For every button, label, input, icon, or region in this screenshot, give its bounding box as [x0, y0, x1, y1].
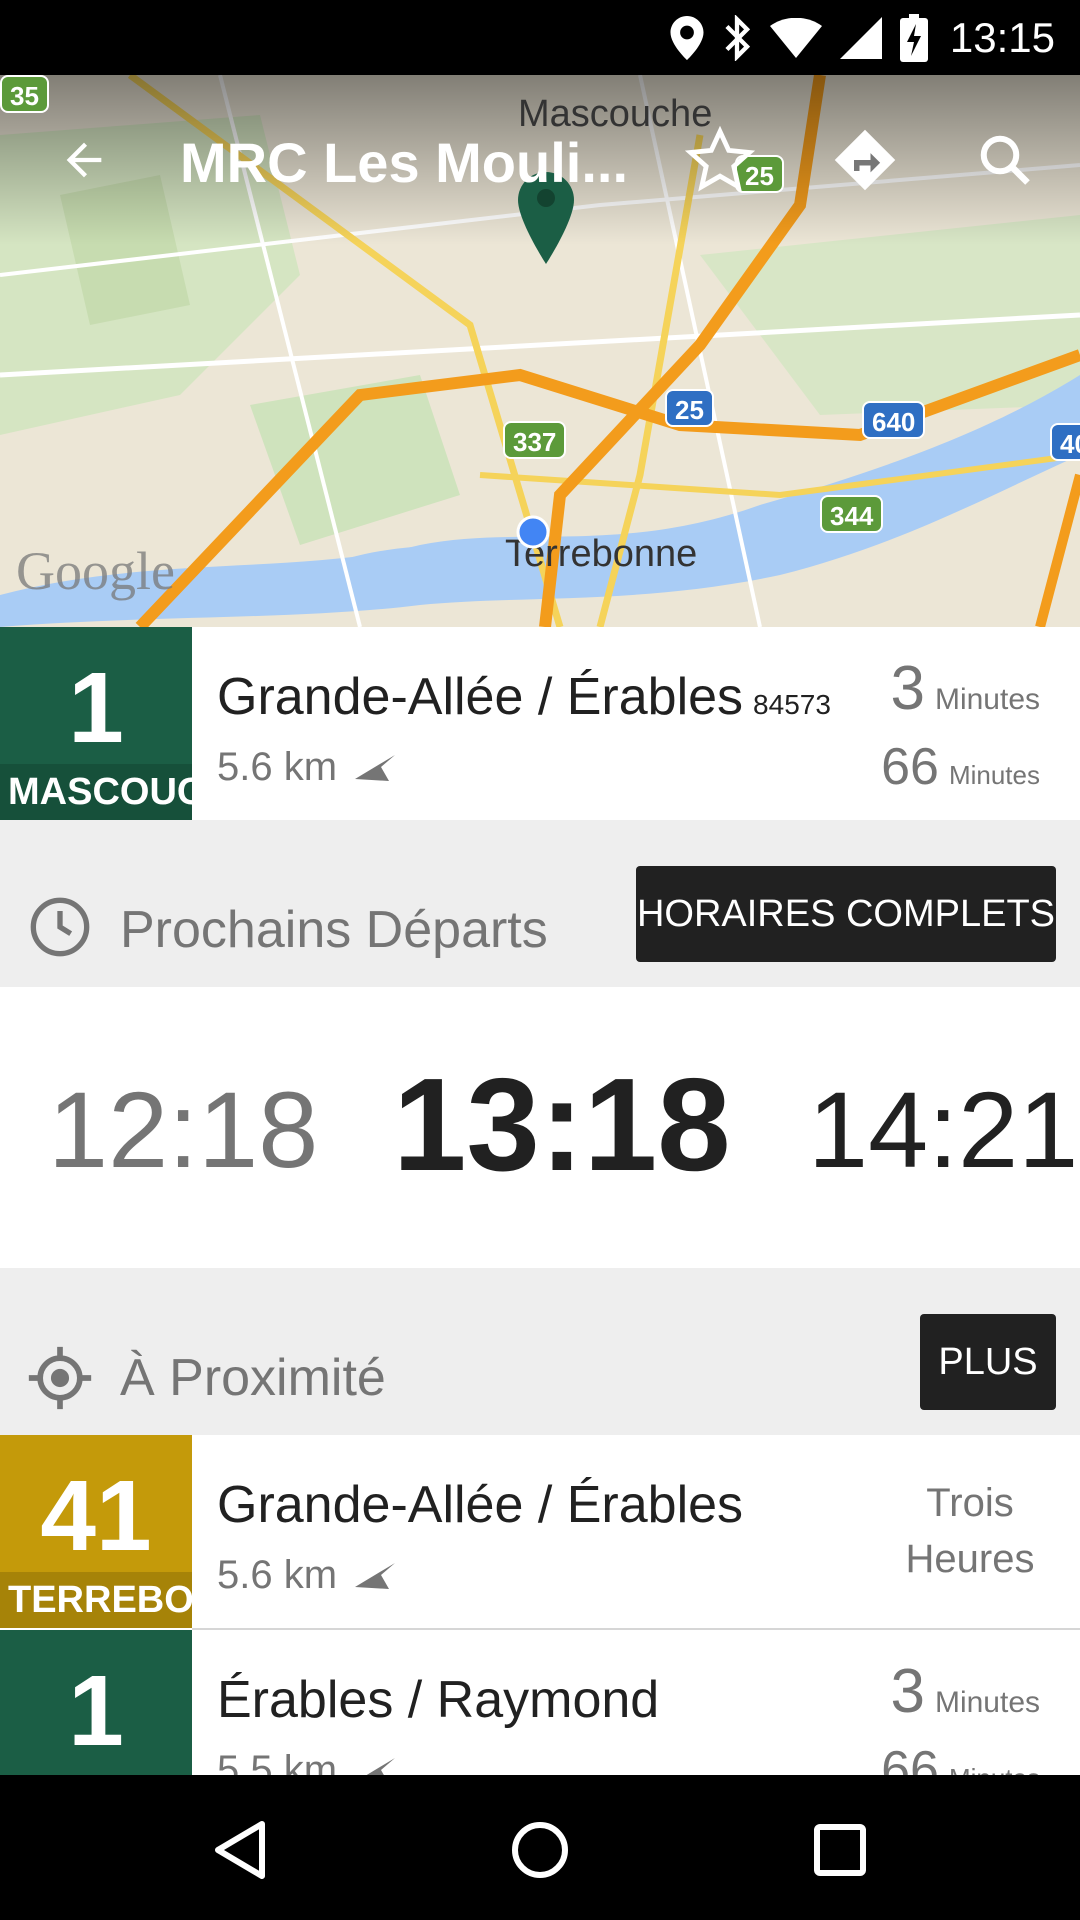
arrow-back-icon	[66, 142, 102, 178]
route-direction: TERREBO..	[0, 1572, 192, 1628]
location-icon	[670, 16, 704, 60]
selected-stop-row[interactable]: 1 MASCOUC Grande-Allée / Érables 84573 5.…	[0, 627, 1080, 820]
route-number: 41	[40, 1460, 152, 1572]
compass-arrow-icon	[355, 1562, 396, 1589]
toolbar: MRC Les Mouli...	[0, 100, 1080, 220]
circle-home-icon	[512, 1822, 568, 1878]
departure-times: 12:18 13:18 14:21	[0, 987, 1080, 1268]
my-location-icon	[28, 1346, 92, 1410]
eta-line-2: Heures	[905, 1537, 1035, 1581]
stop-name-text: Grande-Allée / Érables	[217, 668, 744, 726]
triangle-back-icon	[215, 1821, 265, 1879]
my-location-dot-icon	[516, 515, 550, 549]
eta-primary: 3 Minutes	[890, 653, 1040, 724]
clock-icon	[30, 897, 90, 957]
search-button[interactable]	[965, 120, 1045, 200]
star-outline-icon	[684, 125, 756, 192]
stop-distance-text: 5.6 km	[217, 1553, 338, 1597]
more-button[interactable]: PLUS	[920, 1314, 1056, 1410]
eta-primary-unit: Minutes	[934, 683, 1040, 716]
nearby-stop-row[interactable]: 41 TERREBO.. Grande-Allée / Érables 5.6 …	[0, 1435, 1080, 1628]
departure-next: 13:18	[393, 1051, 731, 1198]
eta-secondary-value: 66	[881, 1741, 939, 1775]
directions-icon	[834, 129, 896, 191]
eta-secondary-value: 66	[881, 738, 939, 796]
status-time: 13:15	[949, 14, 1055, 61]
square-recents-icon	[814, 1824, 866, 1876]
route-shield: 337	[503, 421, 567, 459]
route-shield: 640	[862, 401, 926, 439]
stop-distance-text: 5.6 km	[217, 745, 338, 789]
route-number: 1	[68, 652, 124, 764]
nearby-header: À Proximité PLUS	[0, 1268, 1080, 1435]
route-shield: 25	[665, 389, 714, 427]
stop-name: Érables / Raymond	[217, 1671, 660, 1729]
route-direction: MASCOUC	[0, 764, 192, 820]
cell-signal-icon	[839, 17, 882, 59]
toolbar-title: MRC Les Mouli...	[180, 131, 628, 194]
route-shield: 40	[1050, 423, 1080, 461]
departure-following: 14:21	[808, 1069, 1079, 1190]
compass-arrow-icon	[365, 1757, 396, 1775]
wifi-icon	[769, 18, 822, 58]
nav-home-button[interactable]	[500, 1810, 580, 1890]
route-number: 1	[68, 1655, 124, 1767]
eta-primary-value: 3	[890, 1657, 925, 1726]
eta-secondary-unit: Minutes	[948, 760, 1040, 790]
route-tile: 1 MASCOUC	[0, 627, 192, 820]
nav-back-button[interactable]	[200, 1810, 280, 1890]
eta-primary-value: 3	[890, 654, 925, 723]
stop-distance: 5.6 km	[217, 745, 396, 790]
departures-header: Prochains Départs HORAIRES COMPLETS	[0, 820, 1080, 987]
route-tile: 41 TERREBO..	[0, 1435, 192, 1628]
favorite-button[interactable]	[680, 120, 760, 200]
stop-distance-text: 5.5 km	[217, 1748, 338, 1775]
full-schedule-button[interactable]: HORAIRES COMPLETS	[636, 866, 1056, 962]
directions-button[interactable]	[825, 120, 905, 200]
nav-recents-button[interactable]	[800, 1810, 880, 1890]
nearby-title: À Proximité	[120, 1349, 386, 1407]
route-tile: 1	[0, 1630, 192, 1775]
google-attribution: Google	[16, 541, 175, 601]
stop-name: Grande-Allée / Érables 84573	[217, 667, 831, 727]
eta-secondary: 66 Minutes	[881, 737, 1040, 797]
battery-charging-icon	[899, 14, 928, 62]
stop-code: 84573	[753, 689, 831, 720]
eta-line-1: Trois	[926, 1481, 1014, 1525]
bluetooth-icon	[725, 15, 751, 61]
eta-primary-unit: Minutes	[934, 1686, 1040, 1719]
compass-arrow-icon	[355, 754, 396, 781]
navigation-bar	[0, 1775, 1080, 1920]
route-shield: 344	[820, 495, 884, 533]
status-icons: 13:15	[670, 8, 1055, 68]
eta-secondary: 66 Minutes	[881, 1740, 1040, 1775]
eta-primary: 3 Minutes	[890, 1656, 1040, 1727]
nearby-stop-row[interactable]: 1 Érables / Raymond 5.5 km 3 Minutes 66 Mi…	[0, 1630, 1080, 1775]
back-button[interactable]	[44, 120, 124, 200]
stop-distance: 5.6 km	[217, 1553, 396, 1598]
stop-distance: 5.5 km	[217, 1748, 396, 1775]
status-bar: 13:15	[0, 0, 1080, 75]
departure-previous: 12:18	[48, 1069, 319, 1190]
eta-text: Trois Heures	[900, 1475, 1040, 1587]
departures-title: Prochains Départs	[120, 901, 548, 959]
eta-secondary-unit: Minutes	[949, 1763, 1040, 1775]
search-icon	[980, 135, 1030, 185]
stop-name: Grande-Allée / Érables	[217, 1476, 744, 1534]
